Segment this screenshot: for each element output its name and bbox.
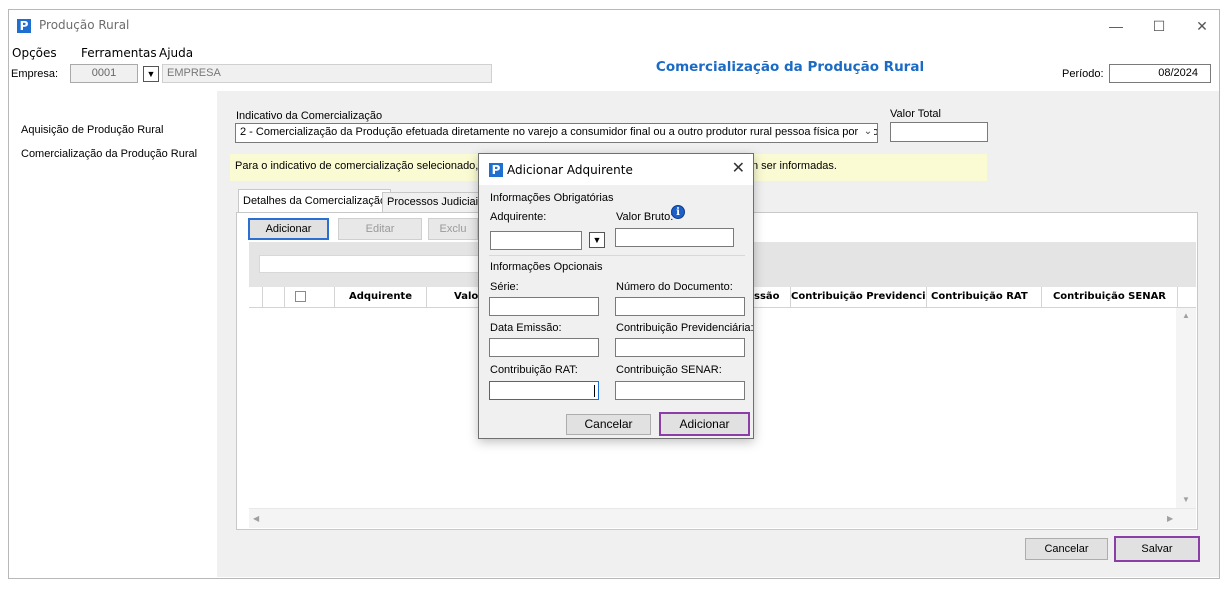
cancel-button[interactable]: Cancelar (1025, 538, 1108, 560)
contribuicao-senar-input[interactable] (615, 381, 745, 400)
menu-opcoes[interactable]: Opções (12, 46, 57, 60)
adquirente-dropdown-icon[interactable]: ▼ (589, 232, 605, 248)
serie-label: Série: (490, 281, 519, 293)
chevron-down-icon[interactable]: ⌄ (862, 126, 874, 137)
vertical-scrollbar[interactable]: ▲ ▼ (1176, 308, 1196, 508)
valor-bruto-label: Valor Bruto: (616, 211, 674, 223)
title-bar: P Produção Rural — ☐ ✕ (9, 10, 1219, 42)
minimize-button[interactable]: — (1101, 14, 1131, 38)
menu-ajuda[interactable]: Ajuda (159, 46, 193, 60)
column-contribuicao-senar[interactable]: Contribuição SENAR (1041, 287, 1177, 308)
menu-bar: Opções Ferramentas Ajuda (9, 43, 1219, 63)
info-note-text-left: Para o indicativo de comercialização sel… (235, 160, 494, 172)
column-contribuicao-previdenciaria[interactable]: Contribuição Previdenciá... (790, 287, 926, 308)
info-note-text-right: n ser informadas. (752, 160, 837, 172)
add-adquirente-dialog: P Adicionar Adquirente ✕ Informações Obr… (478, 153, 754, 439)
serie-input[interactable] (489, 297, 599, 316)
delete-button[interactable]: Exclu (428, 218, 478, 240)
dialog-cancel-button[interactable]: Cancelar (566, 414, 651, 435)
menu-ferramentas[interactable]: Ferramentas (81, 46, 157, 60)
periodo-label: Período: (1062, 68, 1104, 80)
tab-detalhes[interactable]: Detalhes da Comercialização (238, 189, 392, 213)
indicativo-value: 2 - Comercialização da Produção efetuada… (240, 126, 878, 138)
column-adquirente[interactable]: Adquirente (334, 287, 426, 308)
tab-processos[interactable]: Processos Judiciais (382, 192, 489, 212)
info-icon[interactable]: i (671, 205, 685, 219)
select-all-checkbox[interactable] (295, 291, 306, 302)
valor-total-input[interactable] (890, 122, 988, 142)
contribuicao-previdenciaria-input[interactable] (615, 338, 745, 357)
contribuicao-rat-input[interactable] (489, 381, 599, 400)
optional-section-label: Informações Opcionais (490, 261, 603, 273)
empresa-name-field: EMPRESA (162, 64, 492, 83)
numero-documento-label: Número do Documento: (616, 281, 733, 293)
maximize-button[interactable]: ☐ (1144, 14, 1174, 38)
sidebar: Aquisição de Produção Rural Comercializa… (9, 91, 216, 577)
dialog-title: Adicionar Adquirente (507, 163, 633, 177)
empresa-label: Empresa: (11, 68, 59, 80)
contribuicao-previdenciaria-label: Contribuição Previdenciária: (616, 322, 754, 334)
add-button[interactable]: Adicionar (248, 218, 329, 240)
close-window-button[interactable]: ✕ (1187, 14, 1217, 38)
dialog-title-bar: P Adicionar Adquirente ✕ (479, 154, 753, 185)
empresa-code-field[interactable]: 0001 (70, 64, 138, 83)
contribuicao-senar-label: Contribuição SENAR: (616, 364, 722, 376)
grid-header-filler (1177, 287, 1196, 308)
valor-bruto-input[interactable] (615, 228, 734, 247)
dropdown-arrow-icon[interactable]: ▼ (143, 66, 159, 82)
valor-total-label: Valor Total (890, 108, 941, 120)
app-logo-icon: P (17, 19, 31, 33)
scroll-left-icon[interactable]: ◀ (253, 514, 259, 523)
scroll-down-icon[interactable]: ▼ (1182, 495, 1190, 504)
scroll-right-icon[interactable]: ▶ (1167, 514, 1173, 523)
dialog-app-icon: P (489, 163, 503, 177)
save-button[interactable]: Salvar (1114, 536, 1200, 562)
dialog-add-button[interactable]: Adicionar (659, 412, 750, 436)
contribuicao-rat-label: Contribuição RAT: (490, 364, 578, 376)
window-title: Produção Rural (39, 18, 130, 32)
data-emissao-label: Data Emissão: (490, 322, 562, 334)
column-valor[interactable]: Valor (426, 287, 478, 308)
text-cursor (594, 385, 595, 397)
horizontal-scrollbar[interactable]: ◀ ▶ (249, 508, 1196, 528)
required-section-label: Informações Obrigatórias (490, 192, 614, 204)
scroll-up-icon[interactable]: ▲ (1182, 311, 1190, 320)
dialog-close-icon[interactable]: ✕ (732, 158, 745, 178)
sidebar-item-aquisicao[interactable]: Aquisição de Produção Rural (21, 124, 163, 136)
section-divider (489, 255, 745, 256)
grid-search-input[interactable] (259, 255, 479, 273)
grid-indicator-column (262, 287, 284, 308)
edit-button[interactable]: Editar (338, 218, 422, 240)
sidebar-item-comercializacao[interactable]: Comercialização da Produção Rural (21, 148, 197, 160)
select-all-column (284, 287, 334, 308)
indicativo-select[interactable]: 2 - Comercialização da Produção efetuada… (235, 123, 878, 143)
column-data-emissao[interactable]: ssão (754, 287, 790, 308)
adquirente-label: Adquirente: (490, 211, 547, 223)
data-emissao-input[interactable] (489, 338, 599, 357)
column-contribuicao-rat[interactable]: Contribuição RAT (926, 287, 1041, 308)
page-title: Comercialização da Produção Rural (655, 59, 925, 75)
indicativo-label: Indicativo da Comercialização (236, 110, 383, 122)
periodo-field[interactable]: 08/2024 (1109, 64, 1211, 83)
adquirente-select[interactable] (490, 231, 582, 250)
numero-documento-input[interactable] (615, 297, 745, 316)
